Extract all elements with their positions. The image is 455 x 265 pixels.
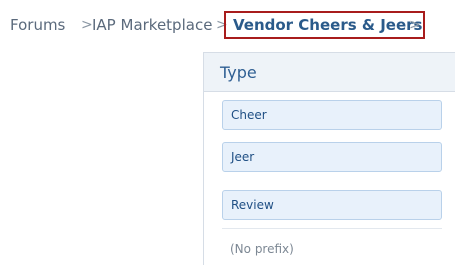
menu-option-review[interactable]: Review xyxy=(222,190,442,220)
menu-option-jeer[interactable]: Jeer xyxy=(222,142,442,172)
breadcrumb: Forums > IAP Marketplace > Vendor Cheers… xyxy=(0,8,455,42)
breadcrumb-item-forums[interactable]: Forums xyxy=(10,8,65,42)
breadcrumb-item-iap-marketplace[interactable]: IAP Marketplace xyxy=(92,8,212,42)
menu-option-no-prefix[interactable]: (No prefix) xyxy=(230,234,294,264)
menu-title: Type xyxy=(220,63,257,82)
breadcrumb-item-vendor-cheers-jeers[interactable]: Vendor Cheers & Jeers xyxy=(233,13,422,37)
breadcrumb-current-highlight: Vendor Cheers & Jeers > xyxy=(224,11,425,39)
menu-option-cheer[interactable]: Cheer xyxy=(222,100,442,130)
menu-divider xyxy=(222,228,442,229)
breadcrumb-separator: > xyxy=(81,17,93,33)
prefix-dropdown-menu: Type Cheer Jeer Review (No prefix) xyxy=(203,52,455,265)
menu-header: Type xyxy=(204,52,455,92)
breadcrumb-separator: > xyxy=(409,17,421,33)
